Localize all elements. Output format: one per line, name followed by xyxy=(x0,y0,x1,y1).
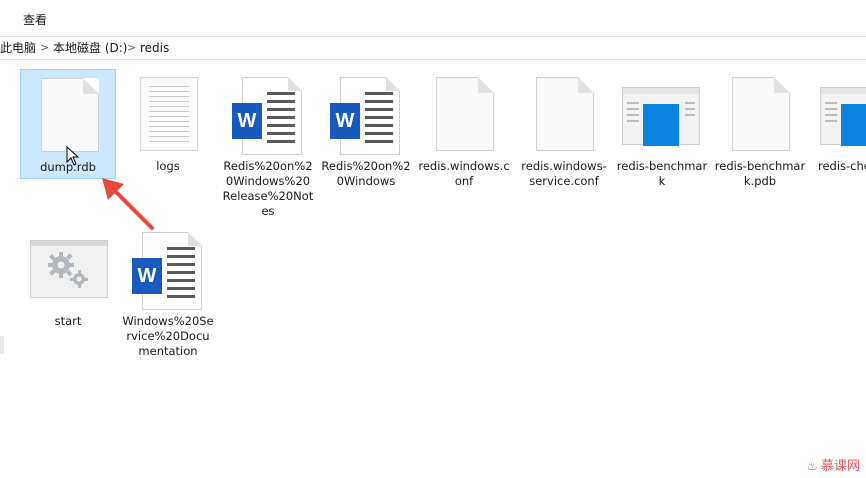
file-item-redis-benchmark[interactable]: redis-benchmar k xyxy=(614,69,710,188)
breadcrumb-this-pc[interactable]: 此电脑 xyxy=(0,37,36,59)
application-icon xyxy=(622,87,700,146)
file-item-redis-windows-conf[interactable]: redis.windows.c onf xyxy=(416,69,512,188)
file-name: redis-benchmar k.pdb xyxy=(714,159,806,188)
watermark: ♨ 慕课网 xyxy=(806,459,860,474)
breadcrumb-redis[interactable]: redis xyxy=(140,37,169,59)
ribbon-tab-view[interactable]: 查看 xyxy=(17,11,53,28)
address-bar[interactable]: 此电脑 > 本地磁盘 (D:) > redis xyxy=(0,37,866,60)
word-document-icon: W xyxy=(132,232,202,310)
file-icon xyxy=(732,77,790,151)
file-name: redis-benchmar k xyxy=(616,159,708,188)
file-item-redis-check[interactable]: redis-che xyxy=(810,69,866,179)
file-item-windows-service-documentation[interactable]: W Windows%20Se rvice%20Docu mentation xyxy=(120,232,216,362)
file-name: redis.windows.c onf xyxy=(418,159,510,188)
file-item-redis-on-windows[interactable]: W Redis%20on%2 0Windows xyxy=(318,69,414,188)
flame-icon: ♨ xyxy=(806,459,818,474)
file-name: start xyxy=(54,314,82,328)
file-item-redis-windows-service-conf[interactable]: redis.windows-service.conf xyxy=(516,69,612,188)
file-name: logs xyxy=(156,159,180,173)
file-item-release-notes[interactable]: W Redis%20on%2 0Windows%20 Release%20Not es xyxy=(220,69,316,224)
ribbon: 查看 xyxy=(0,0,866,37)
file-name: Windows%20Se rvice%20Docu mentation xyxy=(122,314,214,358)
file-name: Redis%20on%2 0Windows%20 Release%20Not es xyxy=(222,159,314,218)
word-document-icon: W xyxy=(330,77,400,155)
file-item-redis-benchmark-pdb[interactable]: redis-benchmar k.pdb xyxy=(712,69,808,188)
file-name: Redis%20on%2 0Windows xyxy=(321,159,411,188)
file-item-start[interactable]: start xyxy=(20,232,116,342)
annotation-arrow-icon xyxy=(102,178,154,230)
text-file-icon xyxy=(140,77,198,151)
chevron-right-icon[interactable]: > xyxy=(40,37,49,59)
breadcrumb-local-disk[interactable]: 本地磁盘 (D:) xyxy=(53,37,127,59)
file-icon xyxy=(436,77,494,151)
mouse-cursor-icon xyxy=(66,146,80,166)
gear-icon xyxy=(30,240,108,298)
nav-pane-edge[interactable] xyxy=(0,60,5,478)
file-icon xyxy=(536,77,594,151)
file-name: redis.windows-service.conf xyxy=(521,159,607,188)
chevron-right-icon[interactable]: > xyxy=(127,37,136,59)
file-icon xyxy=(41,78,99,152)
folder-item-logs[interactable]: logs xyxy=(120,69,216,179)
application-icon xyxy=(820,87,866,146)
word-document-icon: W xyxy=(232,77,302,155)
file-name: redis-che xyxy=(818,159,866,173)
